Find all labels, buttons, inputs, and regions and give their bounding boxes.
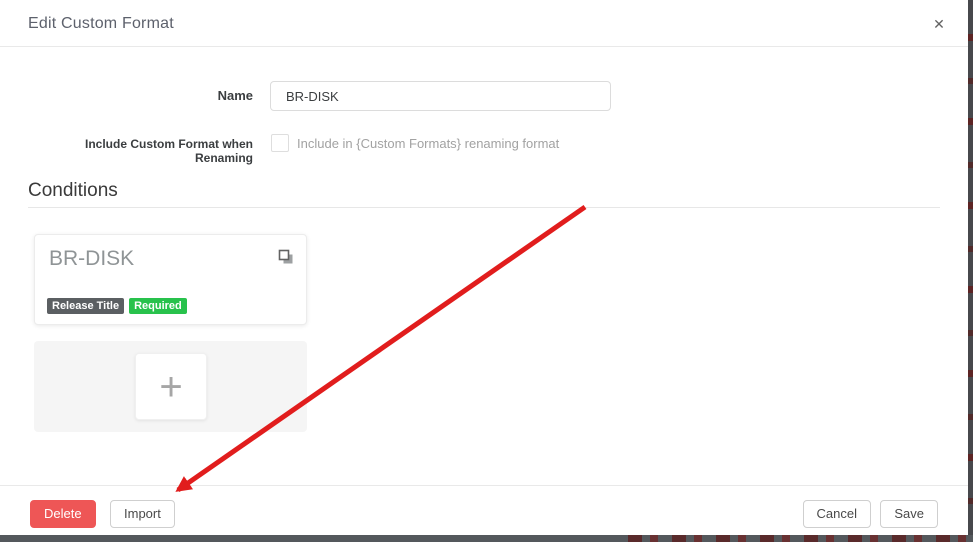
include-renaming-checkbox[interactable] xyxy=(271,134,289,152)
conditions-divider xyxy=(28,207,940,208)
clone-icon[interactable] xyxy=(278,249,294,265)
tag-required: Required xyxy=(129,298,187,314)
background-page-content xyxy=(628,535,968,542)
include-renaming-help: Include in {Custom Formats} renaming for… xyxy=(297,136,559,151)
condition-tags: Release Title Required xyxy=(47,298,187,314)
save-button[interactable]: Save xyxy=(880,500,938,528)
delete-button[interactable]: Delete xyxy=(30,500,96,528)
close-icon[interactable]: ✕ xyxy=(930,15,948,33)
modal-header: Edit Custom Format ✕ xyxy=(0,0,968,47)
condition-card[interactable]: BR-DISK Release Title Required xyxy=(34,234,307,325)
edit-custom-format-modal: Edit Custom Format ✕ Name Include Custom… xyxy=(0,0,968,535)
tag-release-title: Release Title xyxy=(47,298,124,314)
background-page-edge-right xyxy=(968,0,973,542)
modal-footer: Delete Import Cancel Save xyxy=(0,485,968,535)
name-input[interactable] xyxy=(270,81,611,111)
background-page-edge-bottom xyxy=(0,535,973,542)
condition-title: BR-DISK xyxy=(49,247,134,271)
conditions-heading: Conditions xyxy=(28,180,118,202)
add-condition-button[interactable]: + xyxy=(135,353,207,420)
modal-title: Edit Custom Format xyxy=(28,0,174,47)
add-condition-card: + xyxy=(34,341,307,432)
name-field-label: Name xyxy=(28,81,253,111)
plus-icon: + xyxy=(159,365,182,409)
cancel-button[interactable]: Cancel xyxy=(803,500,871,528)
import-button[interactable]: Import xyxy=(110,500,175,528)
include-renaming-label: Include Custom Format when Renaming xyxy=(28,137,253,165)
